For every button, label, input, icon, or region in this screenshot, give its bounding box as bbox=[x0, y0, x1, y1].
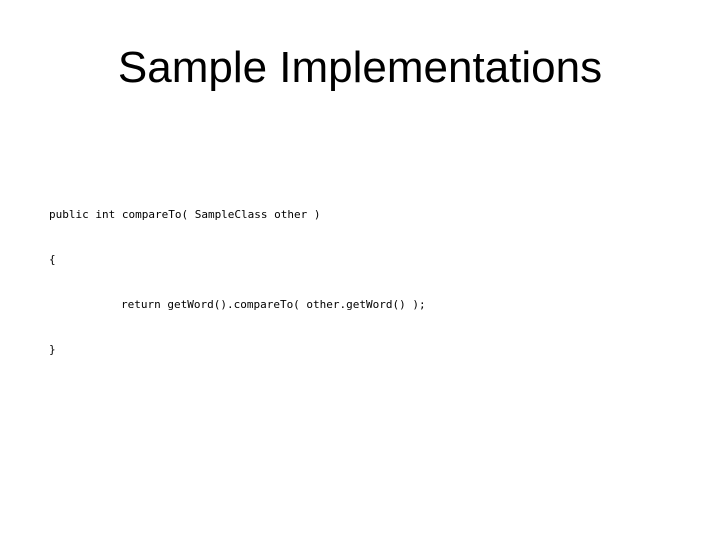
code-line-return: return getWord().compareTo( other.getWor… bbox=[49, 297, 426, 312]
code-text: } bbox=[49, 343, 56, 356]
slide: Sample Implementations public int compar… bbox=[0, 0, 720, 540]
code-text: public int compareTo( SampleClass other … bbox=[49, 208, 321, 221]
code-text: { bbox=[49, 253, 56, 266]
code-line-close-brace: } bbox=[49, 342, 426, 357]
code-block: public int compareTo( SampleClass other … bbox=[49, 177, 426, 387]
code-text: return getWord().compareTo( other.getWor… bbox=[121, 298, 426, 311]
code-line-open-brace: { bbox=[49, 252, 426, 267]
code-line-signature: public int compareTo( SampleClass other … bbox=[49, 207, 426, 222]
slide-title: Sample Implementations bbox=[117, 43, 603, 92]
